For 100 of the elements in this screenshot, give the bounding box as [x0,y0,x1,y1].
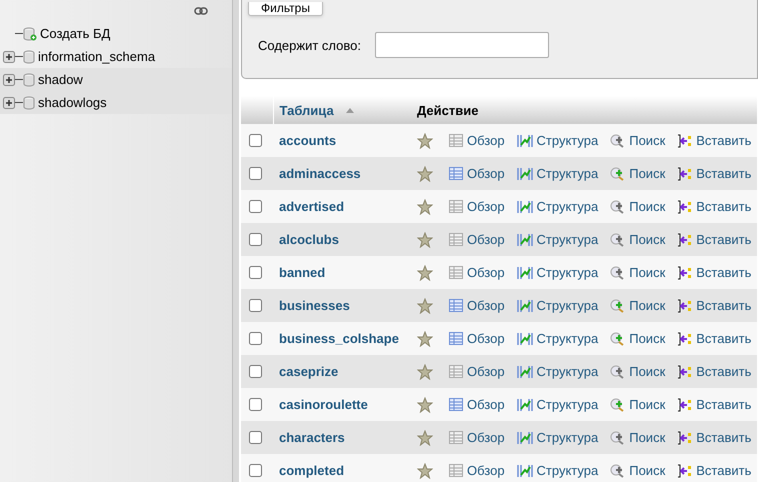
star-icon[interactable] [417,396,433,412]
structure-link[interactable]: Структура [516,133,598,148]
search-field[interactable] [374,32,549,58]
row-checkbox[interactable] [249,299,262,312]
search-plus-icon [610,200,626,214]
filter-button[interactable]: Фильтры [248,2,323,16]
browse-link[interactable]: Обзор [449,331,505,346]
sidebar-resize-handle[interactable] [232,0,239,482]
insert-link[interactable]: Вставить [677,133,752,148]
table-grid-icon [449,167,463,180]
insert-row-icon [677,332,692,346]
insert-link[interactable]: Вставить [677,364,752,379]
insert-row-icon [677,398,692,412]
search-link[interactable]: Поиск [610,397,666,412]
structure-link[interactable]: Структура [516,232,598,247]
structure-link[interactable]: Структура [516,331,598,346]
structure-link[interactable]: Структура [516,199,598,214]
row-checkbox[interactable] [249,365,262,378]
search-link[interactable]: Поиск [610,430,666,445]
table-name-link[interactable]: accounts [279,133,336,148]
insert-link[interactable]: Вставить [677,298,752,313]
table-grid-icon [449,233,463,246]
search-link[interactable]: Поиск [610,133,666,148]
structure-icon [516,200,533,214]
database-link[interactable]: Создать БД [40,26,110,41]
row-checkbox[interactable] [249,398,262,411]
star-icon[interactable] [417,364,433,380]
row-checkbox[interactable] [249,332,262,345]
database-link[interactable]: shadow [38,72,83,87]
browse-link[interactable]: Обзор [449,298,505,313]
search-link[interactable]: Поиск [610,265,666,280]
table-name-link[interactable]: banned [279,265,326,280]
insert-link[interactable]: Вставить [677,232,752,247]
search-link[interactable]: Поиск [610,298,666,313]
structure-link[interactable]: Структура [516,298,598,313]
star-icon[interactable] [417,232,433,248]
insert-link[interactable]: Вставить [677,166,752,181]
browse-link[interactable]: Обзор [449,133,505,148]
search-link[interactable]: Поиск [610,232,666,247]
star-icon[interactable] [417,298,433,314]
star-icon[interactable] [417,198,433,214]
table-column-header[interactable]: Таблица [274,96,411,124]
browse-link[interactable]: Обзор [449,397,505,412]
star-icon[interactable] [417,330,433,346]
insert-link[interactable]: Вставить [677,463,752,478]
star-icon[interactable] [417,430,433,446]
search-link[interactable]: Поиск [610,463,666,478]
expand-icon[interactable] [3,50,15,62]
browse-link[interactable]: Обзор [449,232,505,247]
browse-link[interactable]: Обзор [449,463,505,478]
table-grid-icon [449,332,463,345]
insert-link[interactable]: Вставить [677,265,752,280]
table-grid-icon [449,365,463,378]
structure-link[interactable]: Структура [516,166,598,181]
browse-link[interactable]: Обзор [449,265,505,280]
expand-icon[interactable] [3,96,15,108]
row-checkbox[interactable] [249,266,262,279]
star-icon[interactable] [417,462,433,478]
search-link[interactable]: Поиск [610,166,666,181]
insert-row-icon [677,166,692,180]
row-checkbox[interactable] [249,431,262,444]
star-icon[interactable] [417,166,433,182]
table-name-link[interactable]: alcoclubs [279,232,339,247]
browse-link[interactable]: Обзор [449,199,505,214]
star-icon[interactable] [417,132,433,148]
browse-link[interactable]: Обзор [449,364,505,379]
structure-link[interactable]: Структура [516,364,598,379]
browse-link[interactable]: Обзор [449,166,505,181]
insert-row-icon [677,298,692,312]
browse-link[interactable]: Обзор [449,430,505,445]
structure-link[interactable]: Структура [516,397,598,412]
insert-link[interactable]: Вставить [677,331,752,346]
search-plus-icon [610,430,626,444]
sort-icon [346,108,354,112]
row-checkbox[interactable] [249,134,262,147]
search-link[interactable]: Поиск [610,331,666,346]
insert-row-icon [677,134,692,148]
expand-icon[interactable] [3,74,15,86]
database-link[interactable]: shadowlogs [38,95,107,110]
search-link[interactable]: Поиск [610,364,666,379]
insert-link[interactable]: Вставить [677,397,752,412]
table-name-link[interactable]: caseprize [279,364,338,379]
search-plus-icon [610,332,626,346]
database-link[interactable]: information_schema [38,49,156,64]
row-checkbox[interactable] [249,167,262,180]
insert-link[interactable]: Вставить [677,430,752,445]
search-link[interactable]: Поиск [610,199,666,214]
row-checkbox[interactable] [249,233,262,246]
row-checkbox[interactable] [249,464,262,477]
search-plus-icon [610,364,626,378]
star-icon[interactable] [417,264,433,280]
insert-row-icon [677,364,692,378]
link-icon[interactable] [194,7,208,15]
insert-link[interactable]: Вставить [677,199,752,214]
search-plus-icon [610,298,626,312]
action-column-header: Действие [411,96,758,124]
structure-link[interactable]: Структура [516,430,598,445]
structure-link[interactable]: Структура [516,265,598,280]
structure-link[interactable]: Структура [516,463,598,478]
row-checkbox[interactable] [249,200,262,213]
